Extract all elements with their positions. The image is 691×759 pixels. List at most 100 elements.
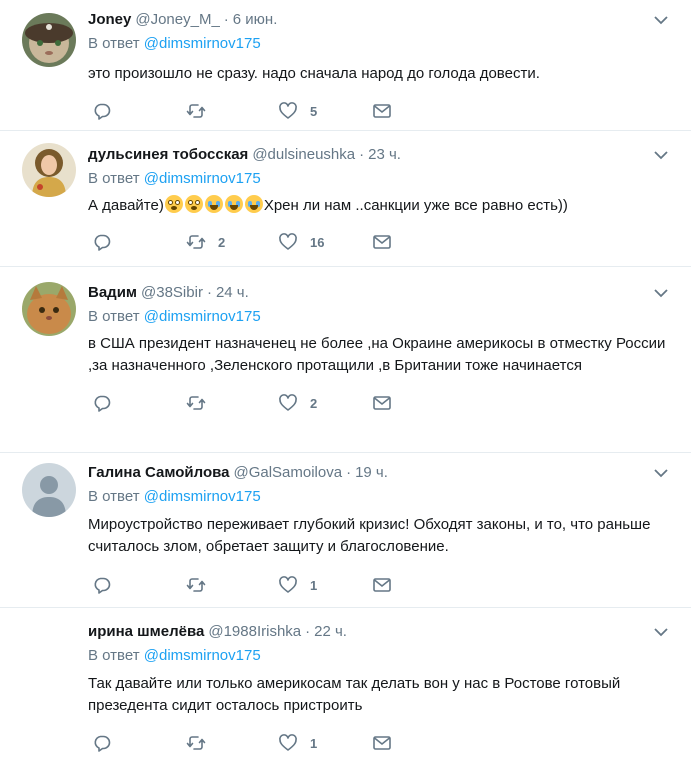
display-name[interactable]: ирина шмелёва bbox=[88, 623, 204, 640]
separator-dot: · bbox=[305, 622, 311, 640]
reply-context: В ответ @dimsmirnov175 bbox=[88, 308, 681, 328]
tweet[interactable]: Joney @Joney_M_ · 6 июн. В ответ @dimsmi… bbox=[0, 0, 691, 131]
reply-icon bbox=[94, 735, 111, 752]
separator-dot: · bbox=[346, 463, 352, 481]
reply-button[interactable] bbox=[92, 100, 112, 122]
chevron-down-icon[interactable] bbox=[653, 14, 669, 26]
tweet-text-end: Хрен ли нам ..санкции уже все равно есть… bbox=[263, 197, 568, 214]
heart-icon bbox=[279, 734, 297, 751]
reply-icon bbox=[94, 234, 111, 251]
retweet-button[interactable] bbox=[186, 732, 218, 754]
tweet-text: это произошло не сразу. надо сначала нар… bbox=[88, 65, 540, 82]
tears-of-joy-icon bbox=[204, 195, 223, 213]
reply-context: В ответ @dimsmirnov175 bbox=[88, 647, 681, 667]
timestamp[interactable]: 6 июн. bbox=[233, 11, 278, 28]
avatar[interactable] bbox=[22, 13, 76, 67]
direct-message-button[interactable] bbox=[372, 392, 392, 414]
reply-button[interactable] bbox=[92, 574, 112, 596]
retweet-button[interactable] bbox=[186, 392, 218, 414]
chevron-down-icon[interactable] bbox=[653, 149, 669, 161]
flushed-face-icon bbox=[184, 195, 203, 213]
tweet-header: дульсинея тобосская @dulsineushka · 23 ч… bbox=[88, 144, 681, 164]
mention-link[interactable]: @dimsmirnov175 bbox=[144, 647, 261, 664]
timestamp[interactable]: 19 ч. bbox=[355, 464, 388, 481]
reply-context: В ответ @dimsmirnov175 bbox=[88, 35, 681, 55]
heart-icon bbox=[279, 576, 297, 593]
heart-icon bbox=[279, 233, 297, 250]
action-bar: 2 bbox=[88, 392, 681, 414]
cat-avatar-image bbox=[22, 282, 76, 336]
user-handle[interactable]: @Joney_M_ bbox=[135, 11, 219, 28]
user-handle[interactable]: @38Sibir bbox=[141, 284, 203, 301]
direct-message-button[interactable] bbox=[372, 732, 392, 754]
like-count: 5 bbox=[310, 103, 318, 119]
separator-dot: · bbox=[359, 145, 365, 163]
timestamp[interactable]: 22 ч. bbox=[314, 623, 347, 640]
action-bar: 2 16 bbox=[88, 231, 681, 253]
mention-link[interactable]: @dimsmirnov175 bbox=[144, 170, 261, 187]
retweet-count: 2 bbox=[218, 234, 226, 250]
avatar[interactable] bbox=[22, 143, 76, 197]
retweet-icon bbox=[186, 396, 206, 410]
reply-context: В ответ @dimsmirnov175 bbox=[88, 170, 681, 190]
retweet-button[interactable] bbox=[186, 100, 218, 122]
flushed-face-icon bbox=[164, 195, 183, 213]
user-handle[interactable]: @GalSamoilova bbox=[233, 464, 342, 481]
retweet-button[interactable]: 2 bbox=[186, 231, 225, 253]
tweet[interactable]: ирина шмелёва @1988Irishka · 22 ч. В отв… bbox=[0, 608, 691, 759]
tweet-text-start: А давайте) bbox=[88, 197, 164, 214]
direct-message-button[interactable] bbox=[372, 574, 392, 596]
like-button[interactable]: 1 bbox=[278, 732, 317, 754]
mention-link[interactable]: @dimsmirnov175 bbox=[144, 35, 261, 52]
reply-button[interactable] bbox=[92, 231, 112, 253]
timestamp[interactable]: 24 ч. bbox=[216, 284, 249, 301]
retweet-icon bbox=[186, 578, 206, 592]
timestamp[interactable]: 23 ч. bbox=[368, 146, 401, 163]
like-button[interactable]: 5 bbox=[278, 100, 317, 122]
direct-message-button[interactable] bbox=[372, 100, 392, 122]
default-profile-avatar-image bbox=[22, 463, 76, 517]
avatar[interactable] bbox=[22, 463, 76, 517]
reply-button[interactable] bbox=[92, 732, 112, 754]
tweet[interactable]: Вадим @38Sibir · 24 ч. В ответ @dimsmirn… bbox=[0, 267, 691, 453]
chevron-down-icon[interactable] bbox=[653, 626, 669, 638]
envelope-icon bbox=[373, 235, 391, 249]
retweet-icon bbox=[186, 235, 206, 249]
reply-prefix: В ответ bbox=[88, 170, 140, 187]
tweet-text: в США президент назначенец не более ,на … bbox=[88, 335, 666, 374]
like-button[interactable]: 1 bbox=[278, 574, 317, 596]
tweet-header: Галина Самойлова @GalSamoilova · 19 ч. bbox=[88, 462, 681, 482]
retweet-icon bbox=[186, 736, 206, 750]
display-name[interactable]: Галина Самойлова bbox=[88, 464, 229, 481]
reply-button[interactable] bbox=[92, 392, 112, 414]
reply-icon bbox=[94, 577, 111, 594]
avatar[interactable] bbox=[22, 282, 76, 336]
chevron-down-icon[interactable] bbox=[653, 467, 669, 479]
retweet-icon bbox=[186, 104, 206, 118]
envelope-icon bbox=[373, 396, 391, 410]
reply-prefix: В ответ bbox=[88, 488, 140, 505]
reply-prefix: В ответ bbox=[88, 35, 140, 52]
like-count: 2 bbox=[310, 395, 318, 411]
display-name[interactable]: Joney bbox=[88, 11, 131, 28]
like-button[interactable]: 2 bbox=[278, 392, 317, 414]
reply-icon bbox=[94, 103, 111, 120]
tweet-header: Joney @Joney_M_ · 6 июн. bbox=[88, 9, 681, 29]
tweet[interactable]: Галина Самойлова @GalSamoilova · 19 ч. В… bbox=[0, 453, 691, 608]
mention-link[interactable]: @dimsmirnov175 bbox=[144, 308, 261, 325]
retweet-button[interactable] bbox=[186, 574, 218, 596]
chevron-down-icon[interactable] bbox=[653, 287, 669, 299]
tweet-header: ирина шмелёва @1988Irishka · 22 ч. bbox=[88, 621, 681, 641]
envelope-icon bbox=[373, 578, 391, 592]
display-name[interactable]: Вадим bbox=[88, 284, 137, 301]
mention-link[interactable]: @dimsmirnov175 bbox=[144, 488, 261, 505]
direct-message-button[interactable] bbox=[372, 231, 392, 253]
action-bar: 1 bbox=[88, 732, 681, 754]
tweet[interactable]: дульсинея тобосская @dulsineushka · 23 ч… bbox=[0, 131, 691, 267]
display-name[interactable]: дульсинея тобосская bbox=[88, 146, 248, 163]
user-handle[interactable]: @1988Irishka bbox=[208, 623, 301, 640]
user-handle[interactable]: @dulsineushka bbox=[252, 146, 355, 163]
action-bar: 5 bbox=[88, 100, 681, 122]
separator-dot: · bbox=[206, 283, 212, 301]
like-button[interactable]: 16 bbox=[278, 231, 324, 253]
